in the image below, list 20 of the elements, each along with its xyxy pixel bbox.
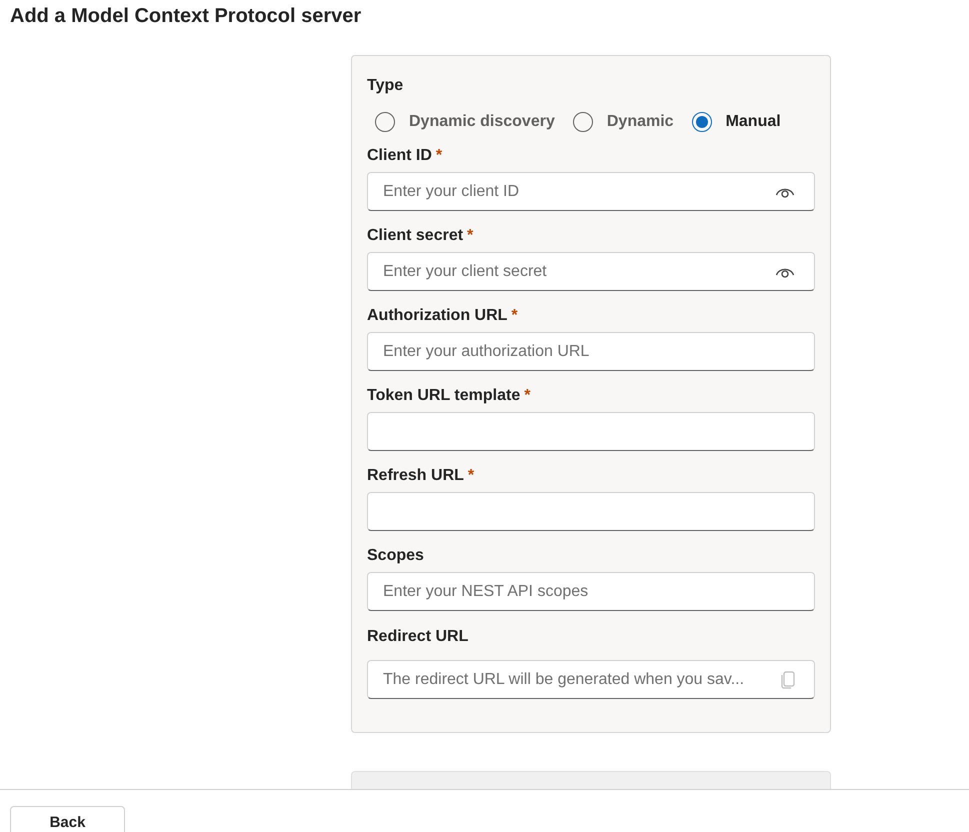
- field-label: Token URL template *: [367, 386, 532, 406]
- input-field[interactable]: The redirect URL will be generated when you sav...: [367, 660, 815, 699]
- radio-option[interactable]: Dynamic: [572, 110, 674, 134]
- input-field[interactable]: [367, 412, 815, 451]
- field-label: Redirect URL: [367, 627, 470, 647]
- input-field[interactable]: Enter your client ID: [367, 172, 815, 211]
- input-field[interactable]: Enter your client secret: [367, 252, 815, 291]
- field-label: Type: [367, 76, 404, 96]
- back-button[interactable]: Back: [10, 806, 125, 832]
- field-label: Scopes: [367, 546, 425, 566]
- radio-option[interactable]: Manual: [692, 110, 781, 134]
- input-field[interactable]: [367, 492, 815, 531]
- radio-option[interactable]: Dynamic discovery: [375, 110, 555, 134]
- field-label: Refresh URL *: [367, 466, 476, 486]
- field-label: Client secret *: [367, 226, 474, 246]
- page-title: Add a Model Context Protocol server: [10, 4, 362, 29]
- field-label: Authorization URL *: [367, 306, 519, 326]
- input-field[interactable]: Enter your authorization URL: [367, 332, 815, 371]
- field-label: Client ID *: [367, 146, 444, 166]
- input-field[interactable]: Enter your NEST API scopes: [367, 572, 815, 611]
